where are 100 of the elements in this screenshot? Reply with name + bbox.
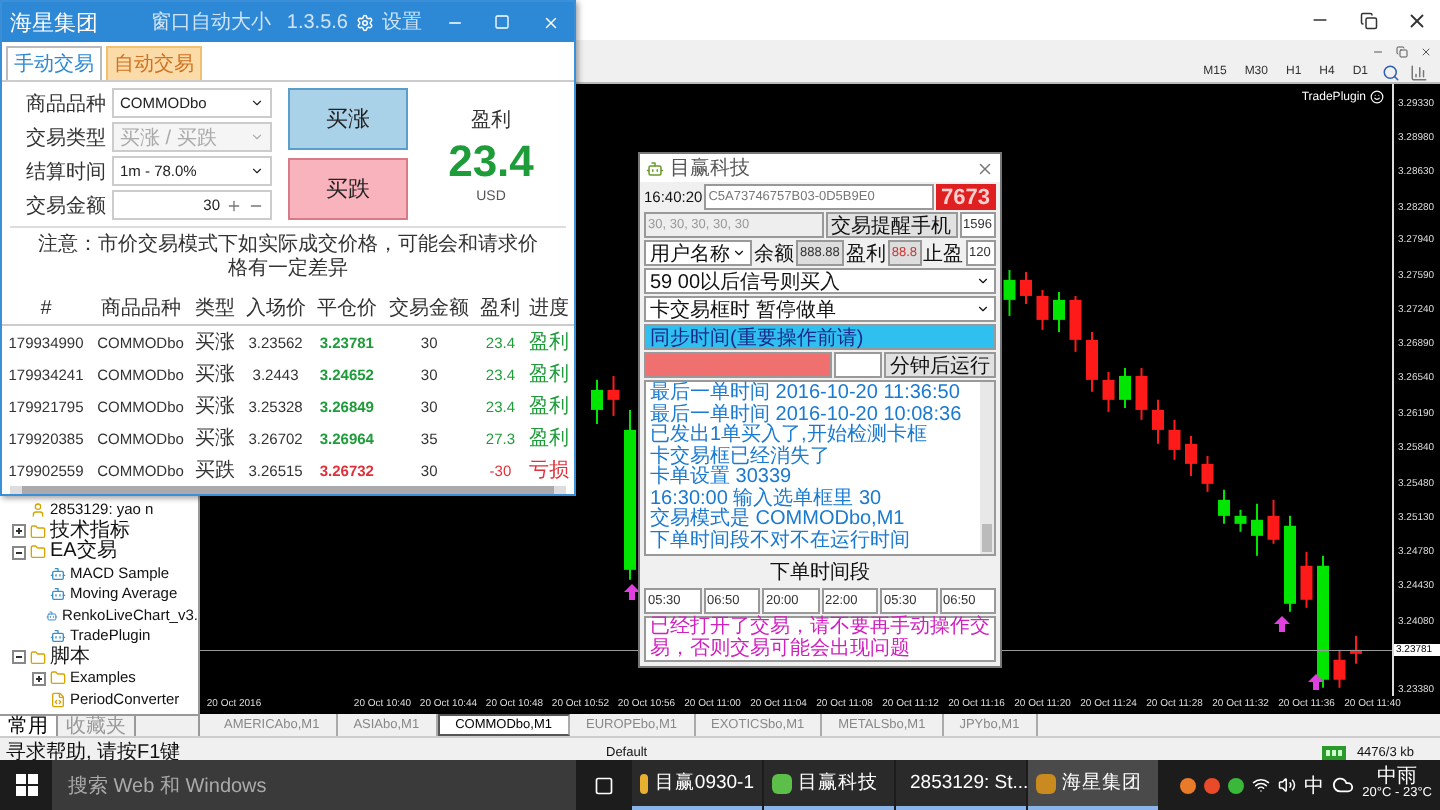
search-field[interactable]: 搜索 Web 和 Windows [52,760,576,810]
tree-item[interactable]: EA交易 [50,542,117,563]
scrollbar-thumb[interactable] [982,524,992,552]
folder-icon [30,544,46,561]
collapse-icon[interactable] [12,545,26,560]
log-line: 交易模式是 COMMODbo,M1 [650,510,907,530]
window-title: 海星集团 [10,9,100,37]
column-header: # [2,292,91,325]
log-line: 最后一单时间 2016-10-20 11:36:50 [650,384,962,404]
candle [591,378,603,425]
column-header: 类型 [190,292,240,325]
log-line: 卡交易框已经消失了 [650,447,832,467]
taskbar-app[interactable]: 2853129: St... [896,760,1026,810]
minutes-field[interactable] [834,352,882,378]
table-cell-text: 买跌 [193,457,238,486]
table-cell-text: 盈利 [527,425,572,454]
table-cell-text: 买涨 [193,425,238,454]
candle [1251,502,1263,557]
taskbar-app[interactable]: 目赢科技 [764,760,894,810]
column-header: 入场价 [239,292,312,325]
tree-item[interactable]: 脚本 [50,647,90,668]
volume-icon[interactable] [1278,776,1297,794]
expand-icon[interactable] [12,524,26,539]
start-button[interactable] [644,352,832,378]
sync-time-button[interactable]: 同步时间(重要操作前请) [644,324,996,350]
stuck-mode-dropdown[interactable]: 卡交易框时 暂停做单 [644,296,996,322]
robot-icon [50,586,66,603]
balance-label: 余额 [754,241,794,267]
candle [1168,418,1181,461]
candle [1102,370,1115,413]
cloud-icon [1332,774,1355,796]
candle [1333,648,1346,689]
user-icon [30,502,46,519]
caret-icon [250,164,264,178]
phone-alert-button[interactable]: 交易提醒手机 [825,212,958,238]
robot-icon [50,565,66,582]
taskbar-app[interactable]: 目赢0930-1 [632,760,762,810]
app-icon [772,773,792,793]
vertical-scrollbar[interactable] [980,382,994,554]
search-icon[interactable] [1382,63,1400,81]
table-cell-text: 买涨 [193,393,238,422]
take-profit-label: 止盈 [923,241,964,267]
close-icon[interactable] [976,159,994,177]
robot-icon [646,159,664,177]
signal-mode-dropdown[interactable]: 59 00以后信号则买入 [644,268,996,294]
expand-icon[interactable] [32,671,46,686]
caret-icon [250,130,264,144]
log-line: 16:30:00 输入选单框里 30 [650,489,884,509]
field-label: 交易金额 [24,193,106,219]
candle [1152,398,1164,445]
collapse-icon[interactable] [12,650,26,665]
taskbar-app[interactable]: 海星集团 [1028,760,1158,810]
restore-icon [1359,11,1377,29]
folder-icon [50,670,66,687]
folder-icon [30,523,46,540]
table-cell-text: 盈利 [527,393,572,422]
chart-icon[interactable] [1410,63,1428,81]
script-icon [50,691,66,708]
log-line: 已发出1单买入了,开始检测卡框 [650,426,929,446]
tab[interactable]: 手动交易 [6,46,102,80]
buy-down-button[interactable]: 买跌 [288,158,408,220]
candle [1350,634,1362,665]
candle [1119,366,1131,409]
candle [1234,508,1247,533]
windows-logo-icon [15,774,37,796]
plus-icon[interactable] [226,197,242,213]
profit-label: 盈利 [845,241,886,267]
folder-icon [30,649,46,666]
candle [1003,268,1016,317]
tree-item[interactable]: 技术指标 [50,521,130,542]
close-icon [541,13,559,31]
arrow-icon [1274,616,1290,632]
smiley-icon [1370,90,1384,104]
table-cell: 盈利 [524,325,574,358]
table-cell-text: 盈利 [527,361,572,390]
table-cell: 买涨 [190,325,240,358]
restore-icon[interactable] [1396,45,1408,57]
close-icon [1405,9,1427,31]
profit-value: 23.4 [448,135,534,187]
buy-up-button[interactable]: 买涨 [288,88,408,150]
run-after-button[interactable]: 分钟后运行 [884,352,996,378]
column-header: 平仓价 [311,292,383,325]
candle [1135,366,1148,421]
navigator-tab[interactable]: 常用 [0,716,58,738]
input-method-indicator[interactable]: 中 [1304,771,1325,799]
close-icon[interactable] [1420,45,1432,57]
log-line: 下单时间段不对不在运行时间 [650,531,912,552]
log-line: 卡单设置 30339 [650,468,792,488]
account-dropdown[interactable]: 用户名称 [644,240,752,266]
window-title: 目赢科技 [670,155,752,182]
robot-icon [50,628,66,645]
column-header: 进度 [524,292,574,325]
candle [1086,330,1098,393]
network-icon[interactable] [1252,776,1271,794]
column-header: 交易金额 [382,292,476,325]
settings-icon[interactable] [356,13,374,31]
column-header: 商品品种 [90,292,191,325]
column-header: 盈利 [475,292,525,325]
counter-display: 7673 [935,184,996,210]
arrow-icon [1308,674,1324,690]
